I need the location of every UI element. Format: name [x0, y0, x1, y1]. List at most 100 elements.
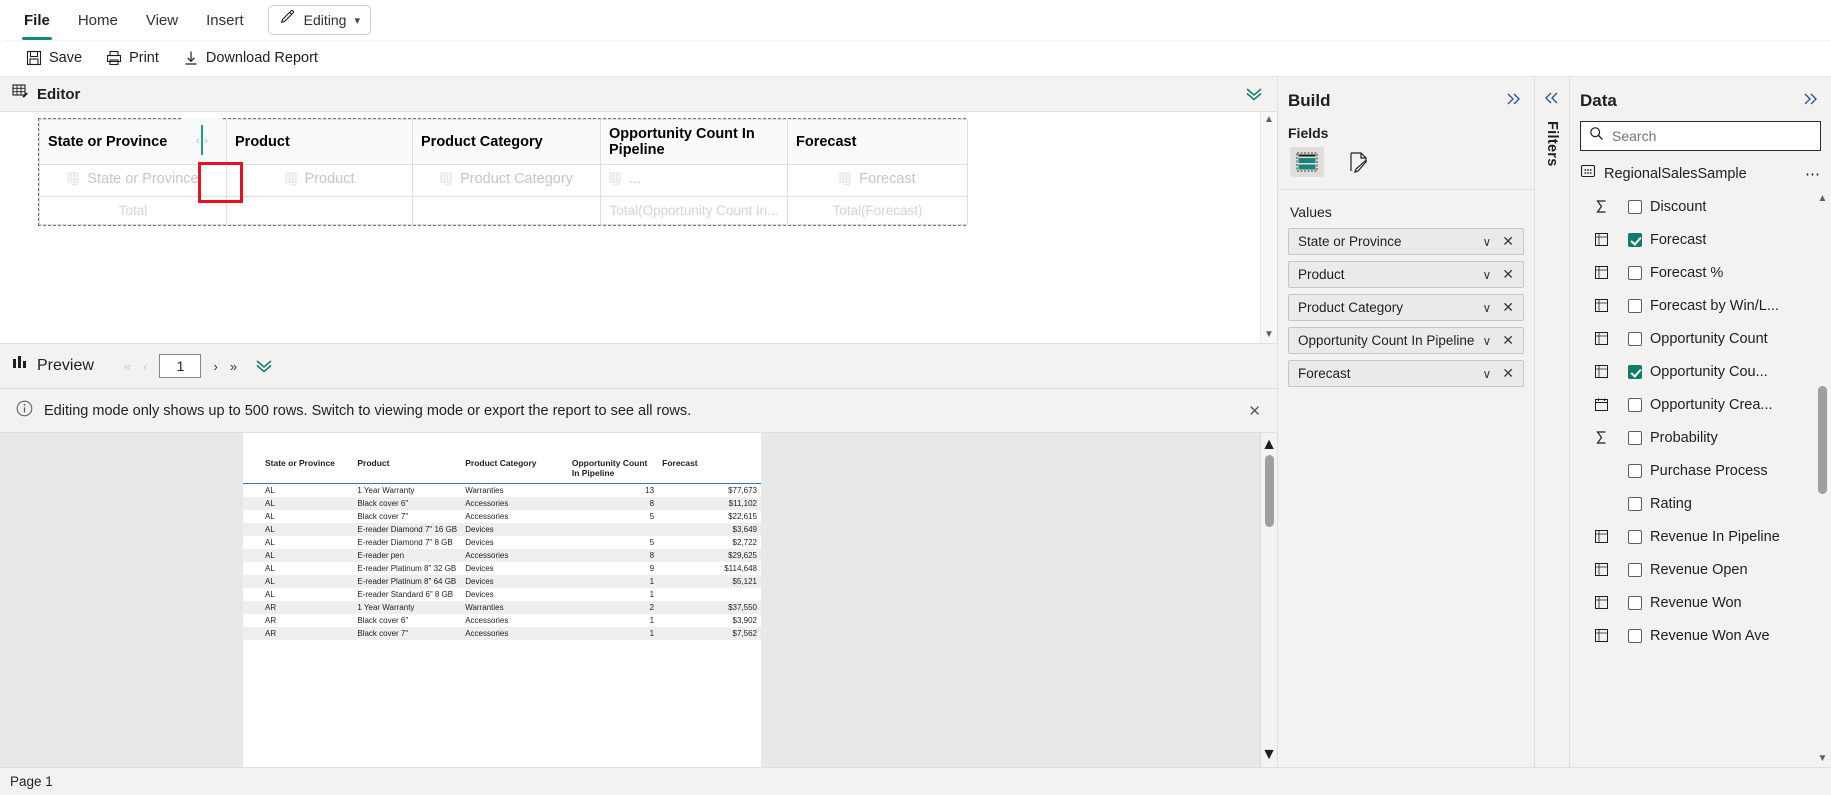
field-checkbox[interactable]: [1628, 529, 1642, 544]
search-input[interactable]: [1612, 128, 1812, 144]
field-checkbox[interactable]: [1628, 298, 1642, 313]
preview-collapse-icon[interactable]: [253, 357, 275, 376]
data-field-revenue-open[interactable]: Revenue Open: [1580, 553, 1814, 586]
remove-icon[interactable]: ✕: [1499, 332, 1517, 349]
value-pill-forecast[interactable]: Forecast ∨ ✕: [1288, 360, 1524, 387]
field-checkbox[interactable]: [1628, 595, 1642, 610]
scroll-down-icon[interactable]: ▼: [1818, 753, 1828, 764]
data-field-opportunity-created[interactable]: Opportunity Crea...: [1580, 388, 1814, 421]
data-field-revenue-in-pipeline[interactable]: Revenue In Pipeline: [1580, 520, 1814, 553]
data-field-discount[interactable]: Discount: [1580, 190, 1814, 223]
field-checkbox[interactable]: [1628, 331, 1642, 346]
chevron-down-icon[interactable]: ∨: [1474, 334, 1499, 348]
data-field-forecast[interactable]: Forecast: [1580, 223, 1814, 256]
tablix-header-cell[interactable]: Product Category: [412, 119, 601, 165]
scroll-up-icon[interactable]: ▲: [1264, 115, 1274, 125]
remove-icon[interactable]: ✕: [1499, 266, 1517, 283]
remove-icon[interactable]: ✕: [1499, 299, 1517, 316]
filters-collapse-icon[interactable]: [1542, 91, 1562, 109]
data-field-opportunity-count-in-pipeline[interactable]: Opportunity Cou...: [1580, 355, 1814, 388]
tablix-table[interactable]: State or Province Product Product Catego…: [38, 118, 968, 226]
prev-page-button[interactable]: ‹: [143, 359, 147, 374]
scroll-down-icon[interactable]: ▼: [1264, 330, 1274, 340]
report-design-surface[interactable]: State or Province Product Product Catego…: [0, 112, 1260, 343]
ribbon-tab-insert[interactable]: Insert: [192, 0, 258, 40]
field-checkbox[interactable]: [1628, 463, 1642, 478]
field-checkbox[interactable]: [1628, 562, 1642, 577]
search-box[interactable]: [1580, 121, 1821, 151]
chevron-down-icon[interactable]: ∨: [1474, 235, 1499, 249]
tablix-total-cell[interactable]: Total(Forecast): [787, 196, 968, 225]
tablix-header-cell[interactable]: Forecast: [787, 119, 968, 165]
tablix-placeholder-cell[interactable]: Forecast: [787, 164, 968, 197]
tablix-placeholder-cell[interactable]: State or Province: [39, 164, 227, 197]
field-checkbox[interactable]: [1628, 496, 1642, 511]
chevron-down-icon[interactable]: ∨: [1474, 301, 1499, 315]
tablix-total-cell[interactable]: Total(Opportunity Count In...: [600, 196, 788, 225]
ribbon-tab-view[interactable]: View: [132, 0, 192, 40]
dataset-row[interactable]: RegionalSalesSample ⋯: [1570, 151, 1831, 190]
page-number-input[interactable]: 1: [159, 354, 202, 378]
field-checkbox[interactable]: [1628, 364, 1642, 379]
tablix-placeholder-cell[interactable]: Product Category: [412, 164, 601, 197]
field-checkbox[interactable]: [1628, 199, 1642, 214]
scrollbar-thumb[interactable]: [1818, 386, 1827, 494]
close-icon[interactable]: ✕: [1248, 402, 1261, 420]
tablix-total-cell[interactable]: [226, 196, 413, 225]
scroll-down-icon[interactable]: ▼: [1261, 746, 1277, 764]
field-checkbox[interactable]: [1628, 430, 1642, 445]
tablix-header-cell[interactable]: Product: [226, 119, 413, 165]
last-page-button[interactable]: »: [230, 359, 237, 374]
editing-mode-dropdown[interactable]: Editing ▾: [267, 5, 371, 35]
value-pill-product-category[interactable]: Product Category ∨ ✕: [1288, 294, 1524, 321]
data-field-rating[interactable]: Rating: [1580, 487, 1814, 520]
value-pill-product[interactable]: Product ∨ ✕: [1288, 261, 1524, 288]
editor-collapse-icon[interactable]: [1243, 85, 1265, 104]
editor-vertical-scrollbar[interactable]: ▲ ▼: [1260, 112, 1277, 343]
preview-chart-icon: [12, 355, 29, 377]
tablix-placeholder-cell[interactable]: ...: [600, 164, 788, 197]
save-button[interactable]: Save: [16, 46, 92, 70]
tablix-total-cell[interactable]: Total: [39, 196, 227, 225]
remove-icon[interactable]: ✕: [1499, 365, 1517, 382]
chevron-down-icon[interactable]: ∨: [1474, 367, 1499, 381]
data-field-opportunity-count[interactable]: Opportunity Count: [1580, 322, 1814, 355]
format-painter-icon[interactable]: [1342, 147, 1376, 177]
table-fields-icon[interactable]: [1290, 147, 1324, 177]
next-page-button[interactable]: ›: [213, 359, 217, 374]
data-field-forecast-by-win-loss[interactable]: Forecast by Win/L...: [1580, 289, 1814, 322]
ribbon-tab-home[interactable]: Home: [64, 0, 132, 40]
scrollbar-thumb[interactable]: [1264, 455, 1274, 527]
table-row: AL Black cover 7" Accessories 5 $22,615: [243, 510, 761, 523]
chevron-down-icon[interactable]: ∨: [1474, 268, 1499, 282]
data-field-probability[interactable]: Probability: [1580, 421, 1814, 454]
data-fields-scrollbar[interactable]: ▲ ▼: [1814, 190, 1831, 767]
download-report-button[interactable]: Download Report: [173, 46, 328, 70]
value-pill-state-or-province[interactable]: State or Province ∨ ✕: [1288, 228, 1524, 255]
build-pane-expand-icon[interactable]: [1504, 92, 1524, 110]
scroll-up-icon[interactable]: ▲: [1261, 436, 1277, 454]
tablix-total-cell[interactable]: [412, 196, 601, 225]
data-field-revenue-won[interactable]: Revenue Won: [1580, 586, 1814, 619]
field-checkbox[interactable]: [1628, 265, 1642, 280]
dataset-menu-icon[interactable]: ⋯: [1805, 165, 1821, 183]
column-resize-handle[interactable]: ‹ ›: [182, 118, 222, 162]
preview-vertical-scrollbar[interactable]: ▲ ▼: [1260, 433, 1277, 767]
value-pill-label: Opportunity Count In Pipeline: [1298, 333, 1475, 348]
field-checkbox[interactable]: [1628, 628, 1642, 643]
field-checkbox[interactable]: [1628, 232, 1642, 247]
data-pane-expand-icon[interactable]: [1801, 92, 1821, 110]
first-page-button[interactable]: «: [124, 359, 131, 374]
filters-tab-label[interactable]: Filters: [1544, 121, 1560, 167]
ribbon-tab-file[interactable]: File: [10, 0, 64, 40]
data-field-forecast-pct[interactable]: Forecast %: [1580, 256, 1814, 289]
scroll-up-icon[interactable]: ▲: [1818, 193, 1828, 204]
tablix-header-cell[interactable]: Opportunity Count In Pipeline: [600, 119, 788, 165]
print-button[interactable]: Print: [96, 46, 169, 70]
tablix-placeholder-cell[interactable]: Product: [226, 164, 413, 197]
value-pill-opportunity-count-in-pipeline[interactable]: Opportunity Count In Pipeline ∨ ✕: [1288, 327, 1524, 354]
data-field-purchase-process[interactable]: Purchase Process: [1580, 454, 1814, 487]
remove-icon[interactable]: ✕: [1499, 233, 1517, 250]
field-checkbox[interactable]: [1628, 397, 1642, 412]
data-field-revenue-won-ave[interactable]: Revenue Won Ave: [1580, 619, 1814, 652]
